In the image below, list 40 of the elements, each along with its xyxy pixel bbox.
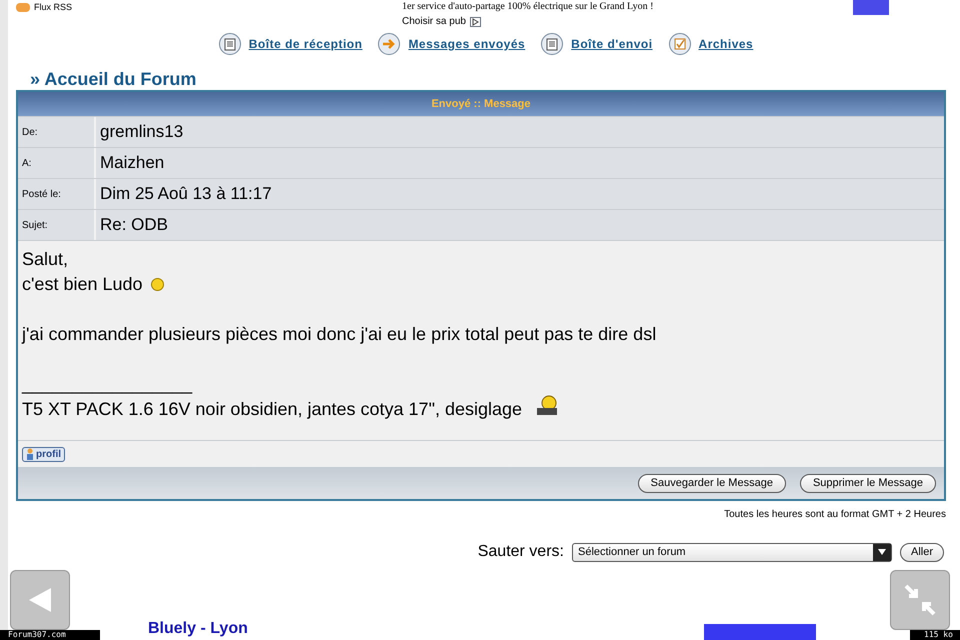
rss-icon	[16, 3, 30, 12]
shrink-button[interactable]	[890, 570, 950, 630]
field-value: gremlins13	[99, 121, 184, 144]
profile-button[interactable]: profil	[22, 446, 65, 462]
field-value: Re: ODB	[99, 214, 170, 236]
message-text: c'est bien Ludo	[22, 273, 143, 296]
action-button[interactable]: Sauvegarder le Message	[638, 474, 786, 492]
go-button[interactable]: Aller	[900, 542, 944, 562]
field-value: Maizhen	[99, 152, 166, 174]
rss-link[interactable]: Flux RSS	[34, 1, 72, 14]
forum-select[interactable]: Sélectionner un forum	[572, 542, 892, 562]
person-icon	[26, 448, 34, 460]
document-icon	[541, 33, 564, 55]
field-value: Dim 25 Aoû 13 à 11:17	[99, 183, 273, 206]
nav-link[interactable]: Boîte de réception	[248, 35, 362, 53]
timezone-note: Toutes les heures sont au format GMT + 2 Heures	[724, 508, 946, 522]
size-label: 115 ko	[910, 630, 960, 640]
checkbox-icon	[668, 33, 691, 55]
site-label: Forum307.com	[0, 630, 100, 640]
action-button[interactable]: Supprimer le Message	[800, 474, 936, 492]
nav-link[interactable]: Boîte d'envoi	[571, 35, 653, 53]
play-icon	[470, 16, 481, 26]
message-text: _________________	[22, 373, 192, 396]
nav-link[interactable]: Archives	[698, 35, 754, 53]
back-button[interactable]	[10, 570, 70, 630]
jump-label: Sauter vers:	[478, 542, 564, 562]
forum-home-link[interactable]: » Accueil du Forum	[30, 68, 960, 90]
nav-link[interactable]: Messages envoyés	[408, 35, 526, 53]
smiley-icon	[150, 278, 164, 291]
shrink-icon	[904, 584, 936, 616]
message-text: Salut,	[22, 248, 68, 271]
document-icon	[218, 33, 241, 55]
message-text: j'ai commander plusieurs pièces moi donc j'ai eu le prix total peut pas te dire dsl	[22, 323, 656, 346]
caret-icon	[872, 544, 891, 560]
ad-title-link[interactable]: Bluely - Lyon	[148, 617, 248, 640]
back-arrow-icon	[27, 586, 53, 614]
panel-header: Envoyé :: Message	[18, 92, 944, 116]
message-text: T5 XT PACK 1.6 16V noir obsidien, jantes cotya 17", desiglage	[22, 398, 522, 421]
ad-text: 1er service d'auto-partage 100% électrique sur le Grand Lyon !	[402, 1, 654, 12]
ad-choice-link[interactable]: Choisir sa pub	[402, 14, 466, 29]
